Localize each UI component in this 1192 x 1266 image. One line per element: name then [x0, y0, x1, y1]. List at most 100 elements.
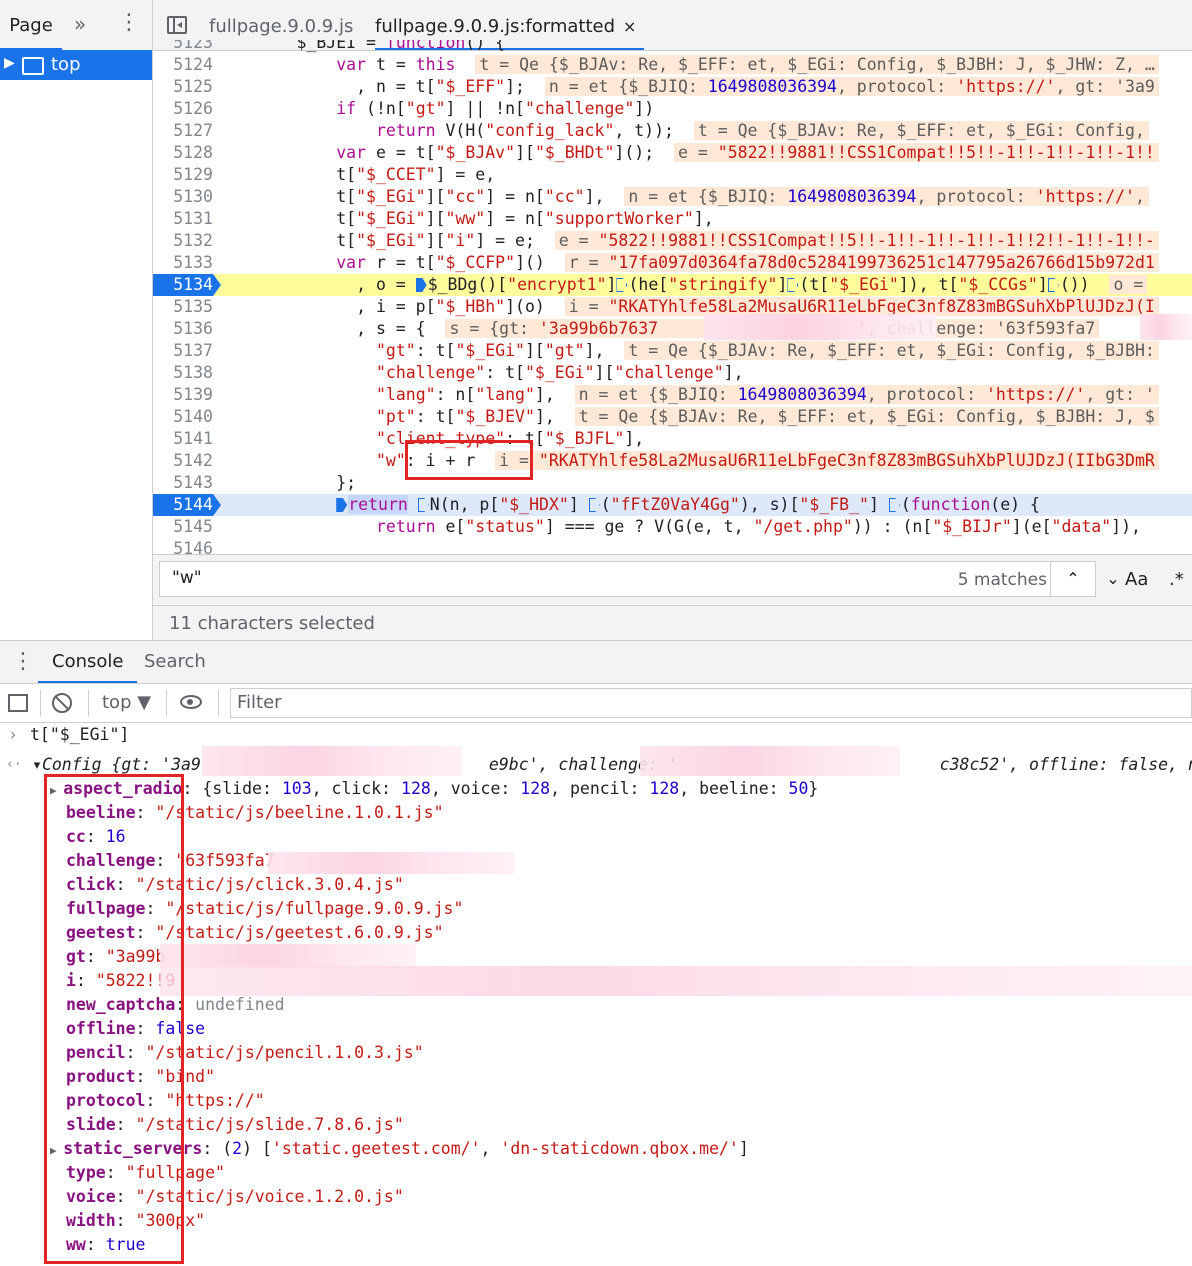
code-line[interactable]: 5134 , o = $_BDg()["encrypt1"] (he["strin…: [153, 274, 1192, 296]
line-number[interactable]: 5145: [153, 516, 213, 538]
code-text: "pt": t["$_BJEV"], t = Qe {$_BJAv: Re, $…: [217, 406, 1159, 428]
code-line[interactable]: 5131 t["$_EGi"]["ww"] = n["supportWorker…: [153, 208, 1192, 230]
code-text: "challenge": t["$_EGi"]["challenge"],: [375, 363, 744, 382]
line-number[interactable]: 5129: [153, 164, 213, 186]
line-number[interactable]: 5125: [153, 76, 213, 98]
line-number[interactable]: 5140: [153, 406, 213, 428]
line-number[interactable]: 5126: [153, 98, 213, 120]
line-number[interactable]: 5146: [153, 538, 213, 554]
code-text: , o = $_BDg()["encrypt1"] (he["stringify"…: [217, 274, 1148, 296]
code-line[interactable]: 5135 , i = p["$_HBh"](o) i = "RKATYhlfe5…: [153, 296, 1192, 318]
regex-button[interactable]: .*: [1169, 569, 1184, 590]
step-marker-icon[interactable]: [415, 278, 427, 292]
context-label: top: [102, 692, 132, 713]
code-line[interactable]: 5128 var e = t["$_BJAv"]["$_BHDt"](); e …: [153, 142, 1192, 164]
code-line[interactable]: 5126 if (!n["gt"] || !n["challenge"]): [153, 98, 1192, 120]
line-number[interactable]: 5135: [153, 296, 213, 318]
tab-search[interactable]: Search: [144, 641, 206, 683]
code-line[interactable]: 5139 "lang": n["lang"], n = et {$_BJIQ: …: [153, 384, 1192, 406]
collapse-arrow-icon[interactable]: ▾: [32, 755, 42, 774]
line-number[interactable]: 5136: [153, 318, 213, 340]
navigator-tabs: Page » ⋮: [0, 0, 152, 51]
code-line[interactable]: 5140 "pt": t["$_BJEV"], t = Qe {$_BJAv: …: [153, 406, 1192, 428]
code-line[interactable]: 5141 "client_type": t["$_BJFL"],: [153, 428, 1192, 450]
code-line[interactable]: 5127 return V(H("config_lack", t)); t = …: [153, 120, 1192, 142]
code-text: var t = this t = Qe {$_BJAv: Re, $_EFF: …: [217, 54, 1159, 76]
line-number[interactable]: 5123: [153, 40, 213, 54]
line-number[interactable]: 5141: [153, 428, 213, 450]
previous-match-icon[interactable]: ⌃: [1050, 562, 1095, 596]
code-line[interactable]: 5144 return N(n, p["$_HDX"] ("fFtZ0VaY4G…: [153, 494, 1192, 516]
inline-value: n = et {$_BJIQ: 1649808036394, protocol:…: [544, 77, 1159, 96]
step-marker-icon[interactable]: [417, 498, 429, 512]
code-line[interactable]: 5145 return e["status"] === ge ? V(G(e, …: [153, 516, 1192, 538]
line-number[interactable]: 5124: [153, 54, 213, 76]
input-prompt-icon: ›: [8, 725, 18, 744]
code-line[interactable]: 5137 "gt": t["$_EGi"]["gt"], t = Qe {$_B…: [153, 340, 1192, 362]
redaction-blur: [160, 966, 1192, 996]
drawer-tabs: ⋮ Console Search: [0, 641, 1192, 684]
sidebar-toggle-icon[interactable]: [8, 694, 28, 712]
inline-value: e = "5822!!9881!!CSS1Compat!!5!!-1!!-1!!…: [674, 143, 1159, 162]
property-value: "63f593fa7: [175, 851, 275, 870]
line-number[interactable]: 5131: [153, 208, 213, 230]
step-marker-icon[interactable]: [1047, 278, 1059, 292]
context-select[interactable]: top ▼: [102, 692, 151, 713]
clear-console-icon[interactable]: [52, 693, 72, 713]
code-line[interactable]: 5124 var t = this t = Qe {$_BJAv: Re, $_…: [153, 54, 1192, 76]
line-number[interactable]: 5128: [153, 142, 213, 164]
inline-value: i = "RKATYhlfe58La2MusaU6R11eLbFgeC3nf8Z…: [495, 451, 1159, 470]
line-number[interactable]: 5139: [153, 384, 213, 406]
step-marker-icon[interactable]: [787, 278, 799, 292]
code-line[interactable]: 5129 t["$_CCET"] = e,: [153, 164, 1192, 186]
tree-item-top[interactable]: ▶ top: [0, 50, 152, 80]
line-number[interactable]: 5144: [153, 494, 221, 516]
live-expression-eye-icon[interactable]: [180, 695, 202, 709]
match-case-button[interactable]: Aa: [1125, 569, 1148, 590]
result-type: Config: [41, 755, 102, 774]
line-number[interactable]: 5130: [153, 186, 213, 208]
code-line[interactable]: 5123 $_BJEI = function() {: [153, 40, 1192, 54]
line-number[interactable]: 5127: [153, 120, 213, 142]
line-number[interactable]: 5137: [153, 340, 213, 362]
more-tabs-icon[interactable]: »: [74, 12, 86, 36]
expand-arrow-icon[interactable]: ▶: [4, 55, 15, 71]
step-marker-icon[interactable]: [588, 498, 600, 512]
line-number[interactable]: 5134: [153, 274, 221, 296]
step-marker-icon[interactable]: [888, 498, 900, 512]
code-line[interactable]: 5132 t["$_EGi"]["i"] = e; e = "5822!!988…: [153, 230, 1192, 252]
kebab-menu-icon[interactable]: ⋮: [118, 10, 140, 35]
code-area[interactable]: 5123 $_BJEI = function() {5124 var t = t…: [153, 40, 1192, 554]
line-number[interactable]: 5142: [153, 450, 213, 472]
code-line[interactable]: 5138 "challenge": t["$_EGi"]["challenge"…: [153, 362, 1192, 384]
code-line[interactable]: 5146: [153, 538, 1192, 554]
step-marker-icon[interactable]: [616, 278, 628, 292]
line-number[interactable]: 5143: [153, 472, 213, 494]
code-text: "w": i + r i = "RKATYhlfe58La2MusaU6R11e…: [217, 450, 1159, 472]
kebab-menu-icon[interactable]: ⋮: [12, 649, 34, 674]
close-icon[interactable]: ×: [623, 17, 636, 36]
code-line[interactable]: 5133 var r = t["$_CCFP"]() r = "17fa097d…: [153, 252, 1192, 274]
search-input[interactable]: "w" 5 matches ⌃: [159, 561, 1096, 597]
annotation-box-w: [405, 440, 533, 480]
tab-page[interactable]: Page: [0, 0, 62, 50]
annotation-box-props: [44, 774, 184, 1264]
toggle-navigator-icon[interactable]: [167, 16, 187, 34]
code-line[interactable]: 5130 t["$_EGi"]["cc"] = n["cc"], n = et …: [153, 186, 1192, 208]
line-number[interactable]: 5132: [153, 230, 213, 252]
code-text: return V(H("config_lack", t)); t = Qe {$…: [217, 120, 1149, 142]
code-line[interactable]: 5142 "w": i + r i = "RKATYhlfe58La2MusaU…: [153, 450, 1192, 472]
inline-value: n = et {$_BJIQ: 1649808036394, protocol:…: [574, 385, 1159, 404]
search-query: "w": [172, 568, 202, 588]
code-line[interactable]: 5125 , n = t["$_EFF"]; n = et {$_BJIQ: 1…: [153, 76, 1192, 98]
property-value: "/static/js/beeline.1.0.1.js": [155, 803, 444, 822]
filter-input[interactable]: Filter: [230, 688, 1192, 718]
tab-console[interactable]: Console: [38, 641, 138, 683]
step-marker-icon[interactable]: [336, 498, 348, 512]
code-text: , n = t["$_EFF"]; n = et {$_BJIQ: 164980…: [217, 76, 1159, 98]
code-line[interactable]: 5136 , s = { s = {gt: '3a99b6b7637 ', ch…: [153, 318, 1192, 340]
line-number[interactable]: 5133: [153, 252, 213, 274]
line-number[interactable]: 5138: [153, 362, 213, 384]
code-line[interactable]: 5143 };: [153, 472, 1192, 494]
divider: [166, 690, 167, 716]
